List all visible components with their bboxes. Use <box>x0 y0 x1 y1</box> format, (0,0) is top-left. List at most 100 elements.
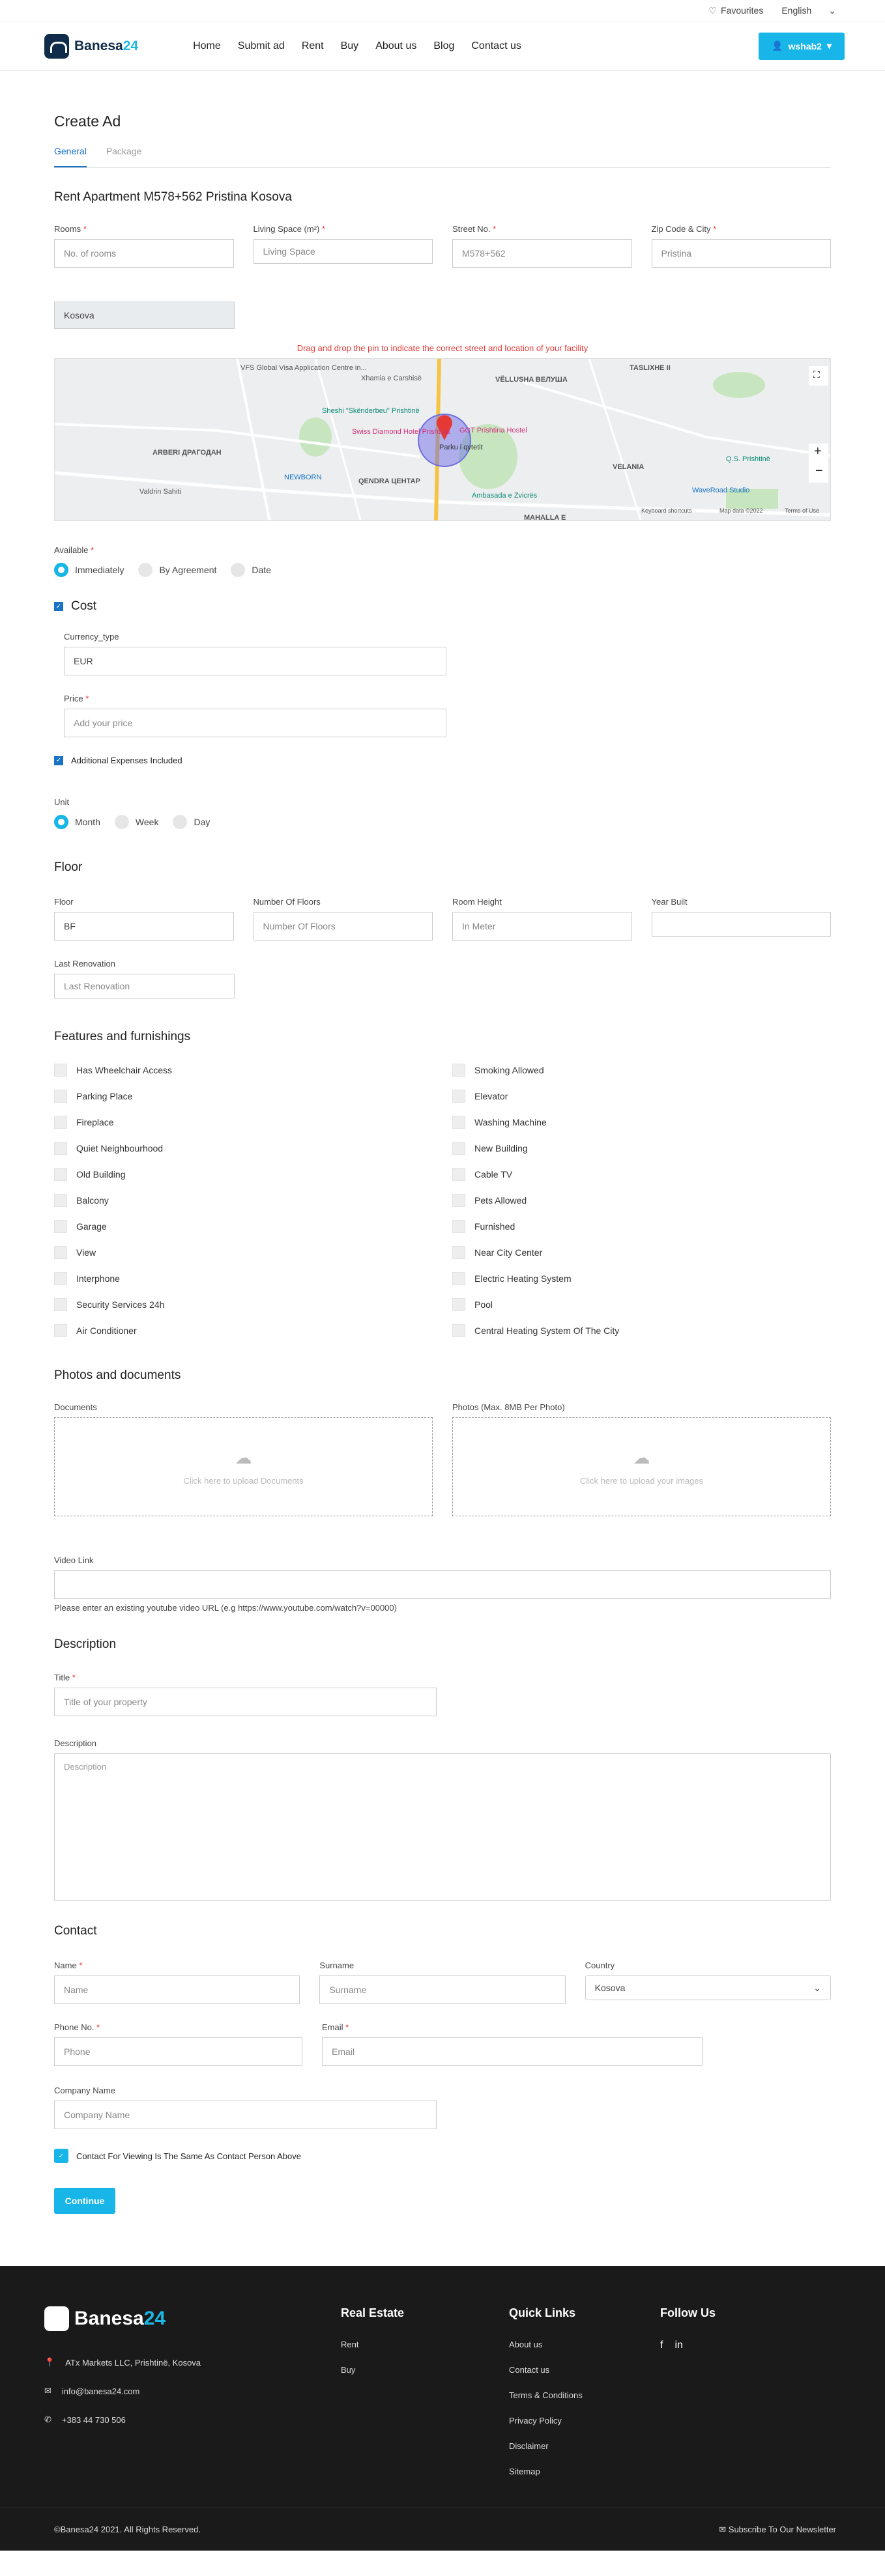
room-height-input[interactable]: In Meter <box>452 912 632 941</box>
logo[interactable]: Banesa24 <box>44 33 138 59</box>
description-heading: Description <box>54 1637 117 1651</box>
feature-checkbox[interactable]: Electric Heating System <box>452 1272 831 1285</box>
company-name-input[interactable]: Company Name <box>54 2101 437 2129</box>
last-renovation-input[interactable]: Last Renovation <box>54 974 235 998</box>
zoom-in-button[interactable]: + <box>814 444 822 459</box>
checkbox-icon <box>452 1142 465 1155</box>
price-input[interactable]: Add your price <box>64 709 446 737</box>
feature-checkbox[interactable]: View <box>54 1246 433 1259</box>
footer-link[interactable]: About us <box>509 2340 583 2349</box>
radio-by-agreement[interactable]: By Agreement <box>138 563 216 577</box>
feature-checkbox[interactable]: Smoking Allowed <box>452 1064 831 1077</box>
feature-checkbox[interactable]: Interphone <box>54 1272 433 1285</box>
feature-checkbox[interactable]: Pets Allowed <box>452 1194 831 1207</box>
feature-checkbox[interactable]: Furnished <box>452 1220 831 1233</box>
radio-month[interactable]: Month <box>54 815 100 829</box>
footer-phone[interactable]: ✆ +383 44 730 506 <box>44 2414 201 2425</box>
page-title: Create Ad <box>54 113 121 130</box>
cost-toggle[interactable]: ✓ Cost <box>54 599 831 614</box>
copyright: ©Banesa24 2021. All Rights Reserved. <box>54 2525 201 2534</box>
feature-checkbox[interactable]: Old Building <box>54 1168 433 1181</box>
feature-checkbox[interactable]: Balcony <box>54 1194 433 1207</box>
checkbox-icon <box>54 1194 67 1207</box>
phone-icon: ✆ <box>44 2414 51 2424</box>
chevron-down-icon: ⌄ <box>813 1982 821 1993</box>
feature-checkbox[interactable]: Quiet Neighbourhood <box>54 1142 433 1155</box>
radio-date[interactable]: Date <box>231 563 271 577</box>
menu-item[interactable]: Submit ad <box>238 40 285 52</box>
tab-bar: General Package <box>54 146 831 168</box>
feature-checkbox[interactable]: New Building <box>452 1142 831 1155</box>
country-field: Kosova <box>54 302 235 329</box>
living-space-input[interactable]: Living Space <box>253 239 433 264</box>
checkbox-icon <box>54 1090 67 1103</box>
fullscreen-icon[interactable]: ⛶ <box>813 369 820 380</box>
surname-input[interactable]: Surname <box>319 1975 566 2004</box>
feature-checkbox[interactable]: Fireplace <box>54 1116 433 1129</box>
feature-checkbox[interactable]: Elevator <box>452 1090 831 1103</box>
linkedin-icon[interactable]: in <box>675 2340 682 2351</box>
radio-immediately[interactable]: Immediately <box>54 563 124 577</box>
description-textarea[interactable]: Description <box>54 1753 831 1901</box>
facebook-icon[interactable]: f <box>660 2340 663 2351</box>
currency-input[interactable]: EUR <box>64 647 446 675</box>
footer-link[interactable]: Buy <box>341 2365 404 2375</box>
user-menu-button[interactable]: 👤 wshab2 ▾ <box>759 32 845 60</box>
feature-checkbox[interactable]: Garage <box>54 1220 433 1233</box>
radio-week[interactable]: Week <box>114 815 158 829</box>
continue-button[interactable]: Continue <box>54 2188 115 2214</box>
checkbox-icon <box>452 1194 465 1207</box>
feature-checkbox[interactable]: Near City Center <box>452 1246 831 1259</box>
street-input[interactable]: M578+562 <box>452 239 632 268</box>
same-contact-checkbox[interactable]: ✓ Contact For Viewing Is The Same As Cont… <box>54 2149 831 2163</box>
zoom-out-button[interactable]: − <box>815 464 823 479</box>
phone-input[interactable]: Phone <box>54 2037 302 2066</box>
feature-checkbox[interactable]: Central Heating System Of The City <box>452 1324 831 1337</box>
footer-link[interactable]: Terms & Conditions <box>509 2390 583 2400</box>
year-built-input[interactable] <box>651 912 831 937</box>
documents-upload[interactable]: ☁ Click here to upload Documents <box>54 1417 433 1516</box>
feature-checkbox[interactable]: Cable TV <box>452 1168 831 1181</box>
radio-day[interactable]: Day <box>173 815 210 829</box>
feature-checkbox[interactable]: Pool <box>452 1298 831 1311</box>
language-select[interactable]: English ⌄ <box>781 5 836 16</box>
name-input[interactable]: Name <box>54 1975 300 2004</box>
footer-link[interactable]: Privacy Policy <box>509 2416 583 2426</box>
footer-email[interactable]: ✉ info@banesa24.com <box>44 2386 201 2396</box>
newsletter-link[interactable]: ✉ Subscribe To Our Newsletter <box>719 2525 836 2535</box>
title-input[interactable]: Title of your property <box>54 1688 437 1716</box>
tab-general[interactable]: General <box>54 146 87 167</box>
rooms-input[interactable]: No. of rooms <box>54 239 234 268</box>
menu-item[interactable]: Contact us <box>471 40 521 52</box>
footer-logo[interactable]: Banesa24 <box>44 2306 201 2331</box>
footer-link[interactable]: Rent <box>341 2340 404 2349</box>
tab-package[interactable]: Package <box>106 146 141 167</box>
menu-item[interactable]: Blog <box>433 40 454 52</box>
floor-input[interactable]: BF <box>54 912 234 941</box>
additional-expenses-checkbox[interactable]: ✓ Additional Expenses Included <box>54 756 831 765</box>
feature-checkbox[interactable]: Air Conditioner <box>54 1324 433 1337</box>
mail-icon: ✉ <box>44 2386 51 2396</box>
cloud-upload-icon: ☁ <box>633 1448 650 1467</box>
footer-link[interactable]: Sitemap <box>509 2467 583 2476</box>
menu-item[interactable]: Rent <box>302 40 324 52</box>
location-map[interactable]: VFS Global Visa Application Centre in...… <box>54 358 831 521</box>
menu-item[interactable]: Home <box>193 40 221 52</box>
footer-link[interactable]: Disclaimer <box>509 2441 583 2451</box>
country-select[interactable]: Kosova ⌄ <box>585 1975 831 2000</box>
feature-checkbox[interactable]: Washing Machine <box>452 1116 831 1129</box>
footer-link[interactable]: Contact us <box>509 2365 583 2375</box>
checkbox-icon <box>452 1298 465 1311</box>
feature-checkbox[interactable]: Parking Place <box>54 1090 433 1103</box>
photos-upload[interactable]: ☁ Click here to upload your images <box>452 1417 831 1516</box>
menu-item[interactable]: About us <box>375 40 416 52</box>
checkbox-icon <box>452 1116 465 1129</box>
favourites-link[interactable]: ♡ Favourites <box>708 5 763 16</box>
video-link-input[interactable] <box>54 1570 831 1599</box>
zip-city-input[interactable]: Pristina <box>651 239 831 268</box>
email-input[interactable]: Email <box>322 2037 703 2066</box>
number-of-floors-input[interactable]: Number Of Floors <box>253 912 433 941</box>
feature-checkbox[interactable]: Has Wheelchair Access <box>54 1064 433 1077</box>
feature-checkbox[interactable]: Security Services 24h <box>54 1298 433 1311</box>
menu-item[interactable]: Buy <box>341 40 359 52</box>
